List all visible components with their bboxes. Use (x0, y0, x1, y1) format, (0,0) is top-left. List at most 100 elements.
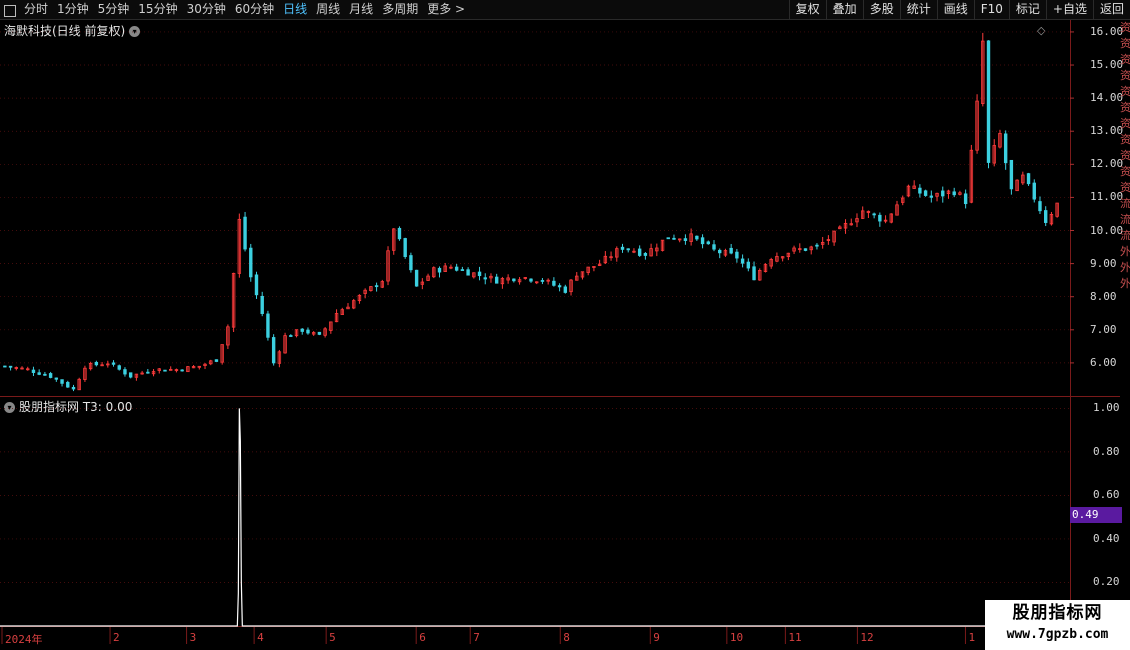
period-60min[interactable]: 60分钟 (235, 1, 274, 18)
candle-body (14, 367, 18, 369)
add-watchlist-button[interactable]: +自选 (1045, 0, 1093, 19)
candle-body (889, 213, 893, 223)
candle-body (26, 368, 30, 371)
draw-line-button[interactable]: 画线 (936, 0, 974, 19)
period-30min[interactable]: 30分钟 (187, 1, 226, 18)
candle-body (843, 222, 848, 229)
indicator-tick-label: 0.60 (1093, 488, 1120, 502)
candle-body (43, 373, 47, 376)
period-15min[interactable]: 15分钟 (138, 1, 177, 18)
main-chart-title: 海默科技(日线 前复权) ▾ (4, 22, 141, 39)
candle-body (443, 265, 447, 272)
candle-body (31, 369, 36, 373)
candle-body (289, 335, 293, 337)
candle-body (111, 362, 116, 365)
candle-body (203, 363, 207, 367)
candle-body (123, 369, 127, 375)
candle-body (735, 251, 739, 259)
candle-body (963, 193, 968, 205)
candle-body (969, 149, 974, 203)
candle-body (1021, 174, 1025, 184)
candle-body (575, 275, 579, 281)
candle-body (323, 328, 327, 336)
candle-body (803, 248, 808, 251)
candle-body (483, 277, 487, 280)
period-multi[interactable]: 多周期 (382, 1, 418, 18)
candle-body (1049, 213, 1054, 225)
period-fenshi[interactable]: 分时 (24, 1, 48, 18)
f10-button[interactable]: F10 (973, 0, 1009, 19)
candle-body (1026, 173, 1031, 185)
candle-body (340, 309, 344, 315)
candle-body (420, 281, 425, 285)
candle-body (597, 263, 602, 266)
fuquan-button[interactable]: 复权 (788, 0, 826, 19)
chart-canvas (0, 20, 1120, 644)
period-monthly[interactable]: 月线 (349, 1, 373, 18)
candle-body (432, 267, 436, 278)
multi-stock-button[interactable]: 多股 (862, 0, 900, 19)
candle-body (695, 235, 699, 240)
candle-body (946, 190, 951, 194)
candle-body (529, 278, 533, 282)
back-button[interactable]: 返回 (1092, 0, 1130, 19)
candle-body (283, 335, 287, 354)
indicator-tick-label: 0.80 (1093, 444, 1120, 458)
candle-body (901, 197, 905, 203)
candle-body (1015, 179, 1019, 192)
indicator-tick-label: 1.00 (1093, 401, 1120, 415)
chevron-down-icon[interactable]: ▾ (4, 402, 15, 413)
candle-body (620, 246, 625, 250)
candle-body (1055, 202, 1059, 217)
t3-line (0, 408, 1070, 627)
candle-body (729, 247, 733, 254)
candle-body (346, 306, 350, 310)
candle-body (134, 373, 139, 378)
candle-body (460, 269, 465, 271)
candle-body (249, 247, 253, 278)
indicator-title-text: 股朋指标网 T3: 0.00 (19, 400, 133, 414)
candle-body (100, 364, 104, 367)
statistics-button[interactable]: 统计 (899, 0, 937, 19)
candle-body (329, 321, 333, 331)
candle-body (214, 359, 219, 362)
candle-body (151, 371, 156, 375)
candle-body (952, 191, 956, 196)
candle-body (317, 331, 322, 335)
time-tick-label: 2 (113, 631, 120, 644)
candle-body (649, 248, 653, 257)
chevron-down-icon[interactable]: ▾ (129, 26, 141, 37)
candle-body (672, 237, 676, 240)
candle-body (426, 275, 430, 281)
time-tick-label: 11 (788, 631, 802, 644)
period-more[interactable]: 更多 > (427, 1, 465, 18)
candle-body (260, 295, 264, 314)
overlay-button[interactable]: 叠加 (825, 0, 863, 19)
candle-body (60, 379, 64, 384)
price-tick-label: 12.00 (1090, 157, 1124, 171)
candle-body (820, 241, 825, 245)
period-5min[interactable]: 5分钟 (98, 1, 130, 18)
candle-body (374, 285, 379, 288)
mark-button[interactable]: 标记 (1008, 0, 1046, 19)
diamond-icon[interactable]: ◇ (1037, 24, 1045, 37)
time-tick-label: 8 (563, 631, 570, 644)
candle-body (855, 218, 859, 223)
candle-body (209, 360, 213, 365)
candle-body (723, 250, 728, 256)
period-1min[interactable]: 1分钟 (57, 1, 89, 18)
period-daily[interactable]: 日线 (283, 1, 307, 18)
period-weekly[interactable]: 周线 (316, 1, 340, 18)
candle-body (20, 367, 24, 370)
candle-body (689, 233, 693, 242)
candle-body (1009, 159, 1014, 190)
time-tick-label: 7 (473, 631, 480, 644)
candle-body (117, 365, 121, 370)
candle-body (334, 313, 339, 323)
candle-body (3, 365, 7, 368)
window-icon[interactable] (4, 4, 16, 17)
price-tick-label: 13.00 (1090, 124, 1124, 138)
candle-body (563, 286, 568, 293)
candle-body (815, 244, 819, 247)
candle-body (918, 187, 922, 194)
